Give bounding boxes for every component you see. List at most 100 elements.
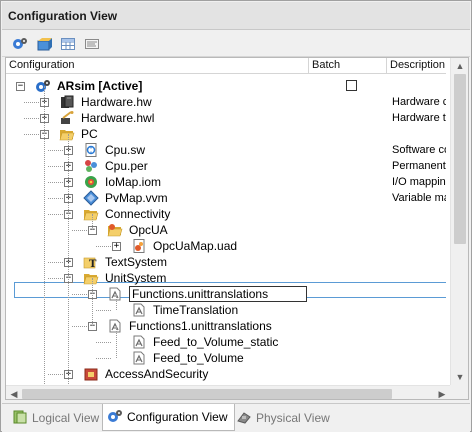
folder-open-icon: [83, 206, 99, 222]
vertical-scrollbar[interactable]: ▲ ▼: [450, 58, 468, 385]
security-icon: [83, 366, 99, 382]
tree-item-label: OpcUA: [129, 223, 168, 237]
view-tabs: Logical View Configuration View Physical…: [2, 403, 470, 432]
tree-guide-line: [116, 294, 117, 310]
tree-item-label: PC: [81, 127, 98, 141]
tree-item-label: TimeTranslation: [153, 303, 239, 317]
tree-item-label: Cpu.per: [105, 159, 148, 173]
tree-item[interactable]: + OpcUaMap.uad: [6, 238, 446, 254]
tree-guide-line: [44, 86, 45, 385]
folder-opcua-icon: [107, 222, 123, 238]
tree-item-label: Hardware.hw: [81, 95, 152, 109]
tree-item-label: TextSystem: [105, 255, 168, 269]
tree-item[interactable]: + T TextSystem: [6, 254, 446, 270]
tree-guide-line: [48, 262, 63, 263]
table-button[interactable]: [58, 35, 78, 53]
tree-item[interactable]: + IoMap.iom I/O mapping: [6, 174, 446, 190]
logical-view-icon: [12, 409, 32, 428]
tab-logical-view[interactable]: Logical View: [8, 406, 105, 430]
tree-item[interactable]: − Connectivity: [6, 206, 446, 222]
tree-guide-line: [48, 198, 63, 199]
opcua-map-icon: [131, 238, 147, 254]
tree-guide-line: [92, 278, 93, 326]
tree-item-label: IoMap.iom: [105, 175, 162, 189]
unit-translation-icon: [131, 302, 147, 318]
tree-item[interactable]: +PvMap.vvmVariable mapping: [6, 190, 446, 206]
tree-item-description: Hardware configuration: [392, 96, 446, 108]
tree-item-description: Permanent variables: [392, 160, 446, 172]
unit-translation-icon: [131, 334, 147, 350]
tree-item[interactable]: +Hardware.hwHardware configuration: [6, 94, 446, 110]
tree-item[interactable]: TimeTranslation: [6, 302, 446, 318]
tab-label: Logical View: [32, 411, 100, 425]
tree-item[interactable]: +Cpu.swSoftware configuration: [6, 142, 446, 158]
collapse-icon[interactable]: −: [16, 82, 25, 91]
tree-guide-line: [48, 278, 63, 279]
hardware-icon: [59, 94, 75, 110]
tree-item-label: PvMap.vvm: [105, 191, 168, 205]
tree-guide-line: [24, 102, 39, 103]
tree-guide-line: [96, 246, 111, 247]
column-header-description[interactable]: Description: [386, 58, 446, 74]
tree-guide-line: [72, 230, 87, 231]
package-icon: [36, 36, 52, 52]
toolbar: [2, 31, 470, 57]
package-button[interactable]: [34, 35, 54, 53]
tree-guide-line: [48, 166, 63, 167]
tree-item[interactable]: − UnitSystem: [6, 270, 446, 286]
tree-item-description: Hardware topology: [392, 112, 446, 124]
tree-guide-line: [96, 358, 111, 359]
properties-button[interactable]: [82, 35, 102, 53]
rename-input[interactable]: Functions.unittranslations: [129, 286, 307, 302]
tree-item-label: OpcUaMap.uad: [153, 239, 238, 253]
scroll-down-arrow-icon[interactable]: ▼: [451, 369, 468, 385]
physical-view-icon: [236, 409, 256, 428]
tree-item[interactable]: Feed_to_Volume: [6, 350, 446, 366]
horizontal-scroll-thumb[interactable]: [22, 389, 392, 399]
tree-guide-line: [96, 342, 111, 343]
tree-item-label: Feed_to_Volume_static: [153, 335, 279, 349]
tree-item-description: Software configuration: [392, 144, 446, 156]
tree-guide-line: [48, 182, 63, 183]
tree: − ARsim [Active] + Hardware.hw Hardware conf…: [6, 74, 446, 385]
tree-item-description: Variable mapping: [392, 192, 446, 204]
tree-item[interactable]: +Hardware.hwlHardware topology: [6, 110, 446, 126]
tab-physical-view[interactable]: Physical View: [232, 406, 336, 430]
column-header-batch[interactable]: Batch: [308, 58, 386, 74]
configuration-view-icon: [107, 408, 127, 427]
arsim-icon: [35, 78, 51, 94]
tab-configuration-view[interactable]: Configuration View: [102, 404, 235, 431]
expand-icon[interactable]: +: [112, 242, 121, 251]
folder-open-icon: [83, 270, 99, 286]
tree-item[interactable]: − ARsim [Active]: [6, 78, 446, 94]
scrollbar-corner: [450, 385, 468, 399]
tree-item-label: Cpu.sw: [105, 143, 146, 157]
configuration-tree-view: Configuration Batch Description − ARsim […: [5, 57, 469, 400]
tree-item[interactable]: + AccessAndSecurity: [6, 366, 446, 382]
vertical-scroll-thumb[interactable]: [454, 74, 466, 244]
tree-item-label: Connectivity: [105, 207, 171, 221]
unit-translation-icon: [131, 350, 147, 366]
scroll-left-arrow-icon[interactable]: ◀: [6, 386, 22, 399]
software-icon: [83, 142, 99, 158]
unit-translation-icon: [107, 286, 123, 302]
table-icon: [60, 36, 76, 52]
column-header-configuration[interactable]: Configuration: [6, 58, 308, 74]
tree-item-description: I/O mapping: [392, 176, 446, 188]
configure-button[interactable]: [10, 35, 30, 53]
tree-item[interactable]: − PC: [6, 126, 446, 142]
tree-item-label: ARsim [Active]: [57, 79, 143, 93]
scroll-up-arrow-icon[interactable]: ▲: [451, 58, 468, 74]
tree-item[interactable]: +Cpu.perPermanent variables: [6, 158, 446, 174]
tree-item-label: Feed_to_Volume: [153, 351, 244, 365]
tree-guide-line: [116, 326, 117, 358]
text-system-icon: T: [83, 254, 99, 270]
tree-item[interactable]: Feed_to_Volume_static: [6, 334, 446, 350]
tab-label: Physical View: [256, 411, 330, 425]
tree-guide-line: [68, 134, 69, 385]
scroll-right-arrow-icon[interactable]: ▶: [434, 386, 450, 399]
unit-translation-icon: [107, 318, 123, 334]
batch-checkbox[interactable]: [346, 80, 357, 91]
horizontal-scrollbar[interactable]: ◀ ▶: [6, 385, 450, 399]
tab-label: Configuration View: [127, 410, 228, 424]
